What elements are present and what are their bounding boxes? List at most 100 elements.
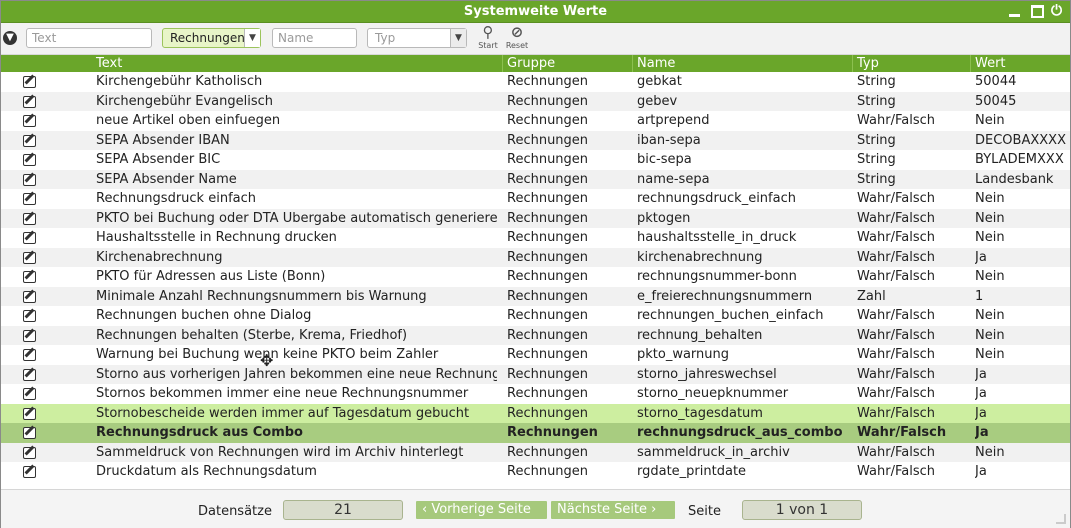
table-row[interactable]: SEPA Absender Name Rechnungen name-sepa Str… (1, 169, 1070, 189)
cell-name: storno_neuepknummer (637, 386, 789, 401)
reset-button[interactable]: ⊘ Reset (504, 24, 530, 50)
reset-icon: ⊘ (510, 23, 524, 41)
chevron-down-icon[interactable]: ▼ (244, 29, 260, 47)
reset-label: Reset (505, 41, 529, 50)
cell-typ: Wahr/Falsch (857, 347, 935, 362)
table-row[interactable]: Druckdatum als Rechnungsdatum Rechnungen r… (1, 462, 1070, 482)
table-row[interactable]: Kirchengebühr Evangelisch Rechnungen gebev… (1, 91, 1070, 111)
edit-icon[interactable] (23, 347, 37, 361)
edit-icon[interactable] (23, 386, 37, 400)
cell-typ: Wahr/Falsch (857, 269, 935, 284)
start-search-button[interactable]: ⚲ Start (475, 24, 501, 50)
chevron-down-icon[interactable]: ▼ (450, 29, 466, 47)
edit-icon[interactable] (23, 152, 37, 166)
cell-name: haushaltsstelle_in_druck (637, 230, 797, 245)
name-filter-input[interactable] (272, 28, 357, 48)
column-header-text[interactable]: Text (96, 56, 122, 71)
cell-gruppe: Rechnungen (507, 210, 589, 226)
edit-icon[interactable] (23, 464, 37, 478)
edit-icon[interactable] (23, 269, 37, 283)
cell-text: SEPA Absender BIC (96, 152, 221, 167)
records-count: 21 (283, 500, 403, 520)
edit-icon[interactable] (23, 172, 37, 186)
cell-gruppe: Rechnungen (507, 464, 589, 479)
cell-wert: Landesbank (975, 171, 1054, 187)
edit-icon[interactable] (23, 230, 37, 244)
table-row[interactable]: neue Artikel oben einfuegen Rechnungen art… (1, 111, 1070, 131)
table-row[interactable]: Rechnungsdruck aus Combo Rechnungen rechnu… (1, 423, 1070, 443)
column-header-gruppe[interactable]: Gruppe (507, 56, 555, 71)
table-row[interactable]: Sammeldruck von Rechnungen wird im Archi… (1, 442, 1070, 462)
edit-icon[interactable] (23, 191, 37, 205)
window-title: Systemweite Werte (463, 4, 608, 19)
cell-text: Kirchengebühr Evangelisch (96, 93, 274, 109)
table-row[interactable]: Kirchengebühr Katholisch Rechnungen gebkat… (1, 72, 1070, 92)
column-header-name[interactable]: Name (637, 56, 675, 71)
cell-text: PKTO bei Buchung oder DTA Übergabe autom… (96, 210, 497, 226)
table-row[interactable]: PKTO bei Buchung oder DTA Übergabe autom… (1, 208, 1070, 228)
cell-gruppe: Rechnungen (507, 74, 589, 89)
cell-text: Haushaltsstelle in Rechnung drucken (96, 230, 337, 245)
cell-text: Minimale Anzahl Rechnungsnummern bis War… (96, 288, 427, 304)
cell-text: Rechnungen behalten (Sterbe, Krema, Frie… (96, 327, 408, 343)
table-row[interactable]: Rechnungen buchen ohne Dialog Rechnungen r… (1, 306, 1070, 326)
edit-icon[interactable] (23, 367, 37, 381)
table-row[interactable]: SEPA Absender IBAN Rechnungen iban-sepa Str… (1, 130, 1070, 150)
cell-wert: Nein (975, 327, 1005, 343)
maximize-icon[interactable] (1030, 4, 1044, 18)
cell-text: Rechnungsdruck aus Combo (96, 425, 303, 440)
cell-gruppe: Rechnungen (507, 327, 589, 343)
cell-text: Stornobescheide werden immer auf Tagesda… (96, 405, 470, 421)
type-filter-placeholder: Typ (375, 31, 396, 45)
edit-icon[interactable] (23, 308, 37, 322)
cell-name: rgdate_printdate (637, 464, 747, 479)
type-filter-select[interactable]: Typ ▼ (367, 28, 467, 48)
column-header-wert[interactable]: Wert (975, 56, 1006, 71)
edit-icon[interactable] (23, 289, 37, 303)
edit-icon[interactable] (23, 211, 37, 225)
edit-icon[interactable] (23, 133, 37, 147)
minimize-icon[interactable] (1008, 4, 1022, 18)
previous-page-button[interactable]: ‹ Vorherige Seite (416, 501, 547, 519)
next-page-button[interactable]: Nächste Seite › (551, 501, 675, 519)
edit-icon[interactable] (23, 74, 37, 88)
cell-typ: Wahr/Falsch (857, 113, 935, 128)
table-row[interactable]: PKTO für Adressen aus Liste (Bonn) Rechnu… (1, 267, 1070, 287)
cell-wert: Nein (975, 113, 1005, 128)
table-row[interactable]: SEPA Absender BIC Rechnungen bic-sepa Strin… (1, 150, 1070, 170)
cell-text: Warnung bei Buchung wenn keine PKTO beim… (96, 347, 439, 362)
table-row[interactable]: Stornos bekommen immer eine neue Rechnun… (1, 384, 1070, 404)
edit-icon[interactable] (23, 250, 37, 264)
collapse-down-icon[interactable]: ▼ (3, 31, 17, 45)
cell-wert: Ja (975, 425, 989, 440)
cell-gruppe: Rechnungen (507, 132, 589, 148)
cell-wert: Nein (975, 347, 1005, 362)
table-row[interactable]: Rechnungsdruck einfach Rechnungen rechnung… (1, 189, 1070, 209)
table-row[interactable]: Haushaltsstelle in Rechnung drucken Rechn… (1, 228, 1070, 248)
table-row[interactable]: Rechnungen behalten (Sterbe, Krema, Frie… (1, 325, 1070, 345)
edit-icon[interactable] (23, 94, 37, 108)
text-filter-input[interactable] (26, 28, 152, 48)
cell-gruppe: Rechnungen (507, 249, 589, 265)
table-row[interactable]: Storno aus vorherigen Jahren bekommen ei… (1, 364, 1070, 384)
page-label: Seite (688, 504, 721, 519)
cell-text: Kirchenabrechnung (96, 249, 223, 265)
cell-wert: Nein (975, 210, 1005, 226)
cell-gruppe: Rechnungen (507, 386, 589, 401)
cell-wert: Nein (975, 308, 1005, 323)
group-filter-select[interactable]: Rechnungen ▼ (162, 28, 261, 48)
edit-icon[interactable] (23, 445, 37, 459)
system-values-window: Systemweite Werte ⏻ ▼ Rechnungen ▼ Typ ▼… (0, 0, 1071, 528)
edit-icon[interactable] (23, 425, 37, 439)
table-row[interactable]: Warnung bei Buchung wenn keine PKTO beim… (1, 345, 1070, 365)
edit-icon[interactable] (23, 113, 37, 127)
cell-typ: String (857, 152, 896, 167)
edit-icon[interactable] (23, 406, 37, 420)
table-row[interactable]: Stornobescheide werden immer auf Tagesda… (1, 403, 1070, 423)
table-row[interactable]: Minimale Anzahl Rechnungsnummern bis War… (1, 286, 1070, 306)
table-row[interactable]: Kirchenabrechnung Rechnungen kirchenabrech… (1, 247, 1070, 267)
column-header-typ[interactable]: Typ (857, 56, 879, 71)
resize-grip-icon[interactable] (1056, 514, 1066, 524)
edit-icon[interactable] (23, 328, 37, 342)
power-icon[interactable]: ⏻ (1051, 4, 1065, 18)
